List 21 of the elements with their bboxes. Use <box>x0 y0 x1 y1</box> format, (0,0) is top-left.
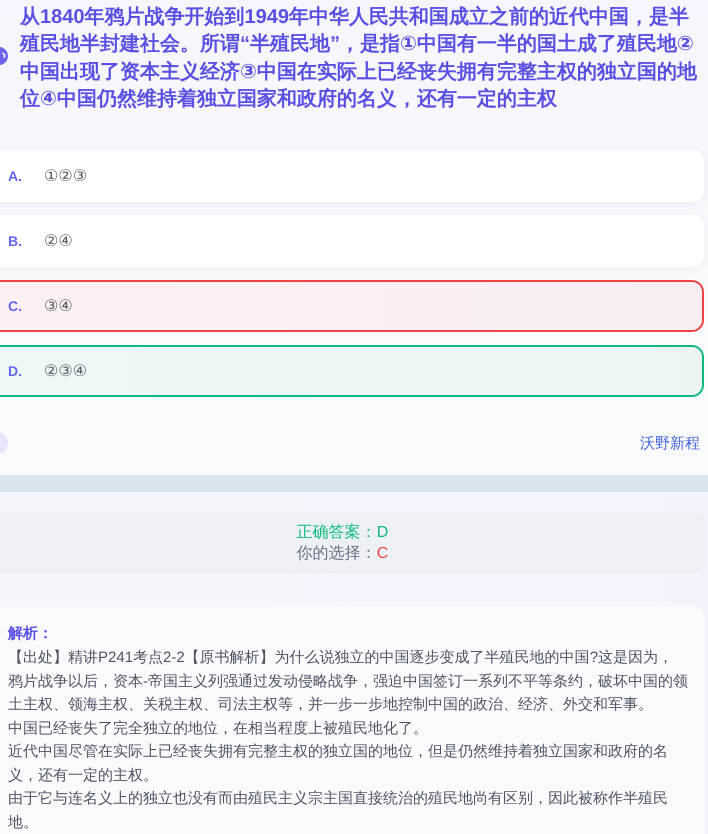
analysis-paragraph: 近代中国尽管在实际上已经丧失拥有完整主权的独立国的地位，但是仍然维持着独立国家和政府的名义，还有一定的主权。 <box>8 742 669 786</box>
option-letter: D. <box>8 363 23 380</box>
source-link[interactable]: 沃野新程 <box>640 434 700 453</box>
analysis-paragraph: 中国已经丧失了完全独立的地位，在相当程度上被殖民地化了。 <box>8 718 429 738</box>
option-text: ③④ <box>44 297 73 316</box>
analysis-paragraph: 【出处】精讲P241考点2-2【原书解析】为什么说独立的中国逐步变成了半殖民地的中国?这是因为，鸦片战争以后，资本-帝国主义列强通过发动侵略战争，强迫中国签订一系列不平等条约，破坏中国的领土主权、领海主权、关税主权、司法主权等，并一步一步地控制中国的政治、经济、外交和军事。 <box>8 648 688 715</box>
option-text: ②③④ <box>44 362 88 382</box>
answer-option[interactable]: B. ②④ <box>0 215 704 268</box>
option-letter: B. <box>8 233 23 250</box>
analysis-paragraph: 由于它与连名义上的独立也没有而由殖民主义宗主国直接统治的殖民地尚有区别，因此被称作半殖民地。 <box>8 789 669 832</box>
option-letter: C. <box>8 298 23 314</box>
option-text: ②④ <box>44 232 73 252</box>
answer-option[interactable]: A. ①②③ <box>0 150 704 202</box>
option-letter: A. <box>8 168 23 184</box>
answer-option[interactable]: C. ③④ <box>0 280 704 332</box>
answer-option[interactable]: D. ②③④ <box>0 345 704 398</box>
question-text: 从1840年鸦片战争开始到1949年中华人民共和国成立之前的近代中国，是半殖民地半封建社会。所谓“半殖民地”，是指①中国有一半的国土成了殖民地②中国出现了资本主义经济③中国在实际上已经丧失拥有完整主权的独立国的地位④中国仍然维持着独立国家和政府的名义，还有一定的主权 <box>20 4 698 112</box>
analysis-title: 解析： <box>8 624 54 644</box>
option-text: ①②③ <box>44 167 88 186</box>
your-choice-text: 你的选择：C <box>296 544 388 564</box>
correct-answer-text: 正确答案：D <box>296 522 388 543</box>
